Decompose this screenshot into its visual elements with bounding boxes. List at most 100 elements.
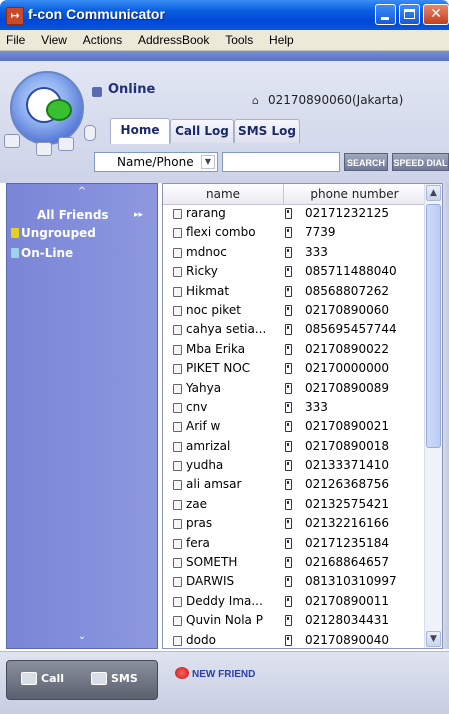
table-row[interactable]: Deddy Ima... 02170890011 bbox=[163, 592, 425, 611]
contact-rows: rarang 02171232125 flexi combo 7739 mdnoc 333… bbox=[163, 204, 425, 648]
close-button[interactable]: ✕ bbox=[423, 4, 449, 25]
keyboard-icon[interactable] bbox=[4, 134, 20, 148]
title-bar[interactable]: ↦ f-con Communicator ✕ bbox=[0, 0, 449, 30]
table-row[interactable]: flexi combo 7739 bbox=[163, 223, 425, 242]
all-friends-item[interactable]: All Friends ▸▸ bbox=[7, 206, 157, 224]
search-row: Name/Phone ▼ SEARCH SPEED DIAL bbox=[0, 151, 449, 175]
table-row[interactable]: pras 02132216166 bbox=[163, 514, 425, 533]
mobile-phone-icon bbox=[285, 363, 292, 375]
scroll-up-icon[interactable]: ^ bbox=[7, 186, 157, 197]
contact-icon bbox=[173, 480, 182, 491]
contact-phone: 7739 bbox=[305, 225, 336, 240]
menu-help[interactable]: Help bbox=[263, 30, 300, 50]
mobile-phone-icon bbox=[285, 343, 292, 355]
mobile-phone-icon bbox=[285, 227, 292, 239]
contact-icon bbox=[173, 402, 182, 413]
contact-phone: 02171235184 bbox=[305, 535, 389, 550]
column-header-phone[interactable]: phone number bbox=[284, 184, 425, 204]
mobile-phone-icon bbox=[285, 208, 292, 219]
group-online[interactable]: On-Line bbox=[11, 246, 73, 260]
column-header-name[interactable]: name bbox=[163, 184, 284, 204]
contact-phone: 02170890022 bbox=[305, 341, 389, 356]
contact-name: Yahya bbox=[186, 380, 222, 395]
group-ungrouped[interactable]: Ungrouped bbox=[11, 226, 96, 240]
contact-icon bbox=[173, 461, 182, 472]
search-input[interactable] bbox=[222, 152, 340, 172]
contact-name: Ricky bbox=[186, 264, 218, 279]
search-type-select[interactable]: Name/Phone ▼ bbox=[94, 152, 218, 172]
table-row[interactable]: ali amsar 02126368756 bbox=[163, 475, 425, 494]
table-row[interactable]: Yahya 02170890089 bbox=[163, 379, 425, 398]
all-friends-label: All Friends bbox=[37, 208, 109, 222]
table-row[interactable]: cahya setia... 085695457744 bbox=[163, 320, 425, 339]
table-row[interactable]: fera 02171235184 bbox=[163, 534, 425, 553]
table-row[interactable]: Ricky 085711488040 bbox=[163, 262, 425, 281]
table-row[interactable]: DARWIS 081310310997 bbox=[163, 572, 425, 591]
maximize-button[interactable] bbox=[399, 4, 420, 25]
contact-icon bbox=[173, 499, 182, 510]
table-row[interactable]: SOMETH 02168864657 bbox=[163, 553, 425, 572]
table-row[interactable]: Hikmat 08568807262 bbox=[163, 282, 425, 301]
contact-icon bbox=[173, 635, 182, 646]
mobile-phone-icon bbox=[285, 537, 292, 549]
scroll-up-button[interactable]: ▲ bbox=[426, 185, 441, 201]
table-row[interactable]: Mba Erika 02170890022 bbox=[163, 340, 425, 359]
list-header: name phone number bbox=[163, 184, 425, 205]
contact-phone: 02170000000 bbox=[305, 361, 389, 376]
table-row[interactable]: cnv 333 bbox=[163, 398, 425, 417]
table-row[interactable]: Arif w 02170890021 bbox=[163, 417, 425, 436]
search-button[interactable]: SEARCH bbox=[344, 153, 388, 171]
minimize-button[interactable] bbox=[375, 4, 396, 25]
contact-icon bbox=[173, 344, 182, 355]
menu-tools[interactable]: Tools bbox=[219, 30, 259, 50]
mobile-phone-icon bbox=[285, 401, 292, 413]
contact-name: Quvin Nola P bbox=[186, 613, 263, 628]
contact-phone: 085695457744 bbox=[305, 322, 397, 337]
contact-name: flexi combo bbox=[186, 225, 256, 240]
menu-actions[interactable]: Actions bbox=[77, 30, 128, 50]
contact-phone: 02170890021 bbox=[305, 419, 389, 434]
status-icon[interactable] bbox=[92, 87, 102, 97]
contact-phone: 085711488040 bbox=[305, 264, 397, 279]
sms-button[interactable]: SMS bbox=[91, 672, 138, 685]
tab-home[interactable]: Home bbox=[110, 118, 170, 144]
status-label[interactable]: Online bbox=[108, 82, 155, 97]
table-row[interactable]: zae 02132575421 bbox=[163, 495, 425, 514]
app-logo[interactable] bbox=[10, 71, 84, 145]
speed-dial-button[interactable]: SPEED DIAL bbox=[392, 153, 449, 171]
table-row[interactable]: Quvin Nola P 02128034431 bbox=[163, 611, 425, 630]
group-label: On-Line bbox=[21, 246, 74, 260]
table-row[interactable]: noc piket 02170890060 bbox=[163, 301, 425, 320]
mobile-phone-icon bbox=[285, 304, 292, 316]
menu-addressbook[interactable]: AddressBook bbox=[132, 30, 215, 50]
contact-list[interactable]: name phone number rarang 02171232125 flexi… bbox=[162, 183, 443, 649]
mouse-icon[interactable] bbox=[84, 125, 96, 141]
table-row[interactable]: amrizal 02170890018 bbox=[163, 437, 425, 456]
mobile-phone-icon bbox=[285, 634, 292, 646]
table-row[interactable]: PIKET NOC 02170000000 bbox=[163, 359, 425, 378]
vertical-scrollbar[interactable]: ▲ ▼ bbox=[424, 184, 442, 648]
mobile-phone-icon bbox=[285, 576, 292, 588]
call-button[interactable]: Call bbox=[21, 672, 64, 685]
table-row[interactable]: mdnoc 333 bbox=[163, 243, 425, 262]
sms-icon bbox=[91, 672, 107, 685]
phone-location: 02170890060(Jakarta) bbox=[268, 93, 404, 107]
new-friend-button[interactable]: NEW FRIEND bbox=[175, 667, 255, 680]
contact-name: amrizal bbox=[186, 438, 231, 453]
table-row[interactable]: rarang 02171232125 bbox=[163, 204, 425, 223]
menu-file[interactable]: File bbox=[0, 30, 31, 50]
mobile-phone-icon bbox=[285, 615, 292, 627]
table-row[interactable]: dodo 02170890040 bbox=[163, 631, 425, 648]
tab-sms-log[interactable]: SMS Log bbox=[234, 119, 300, 143]
tab-call-log[interactable]: Call Log bbox=[170, 119, 234, 143]
menu-view[interactable]: View bbox=[35, 30, 73, 50]
scroll-thumb[interactable] bbox=[426, 204, 441, 448]
table-row[interactable]: yudha 02133371410 bbox=[163, 456, 425, 475]
scroll-down-icon[interactable]: ⌄ bbox=[7, 631, 157, 642]
contact-name: fera bbox=[186, 535, 210, 550]
scroll-down-button[interactable]: ▼ bbox=[426, 631, 441, 647]
chat-icon[interactable] bbox=[58, 137, 74, 151]
contact-name: Deddy Ima... bbox=[186, 593, 263, 608]
double-arrow-right-icon: ▸▸ bbox=[133, 210, 143, 220]
chevron-down-icon[interactable]: ▼ bbox=[201, 155, 215, 169]
